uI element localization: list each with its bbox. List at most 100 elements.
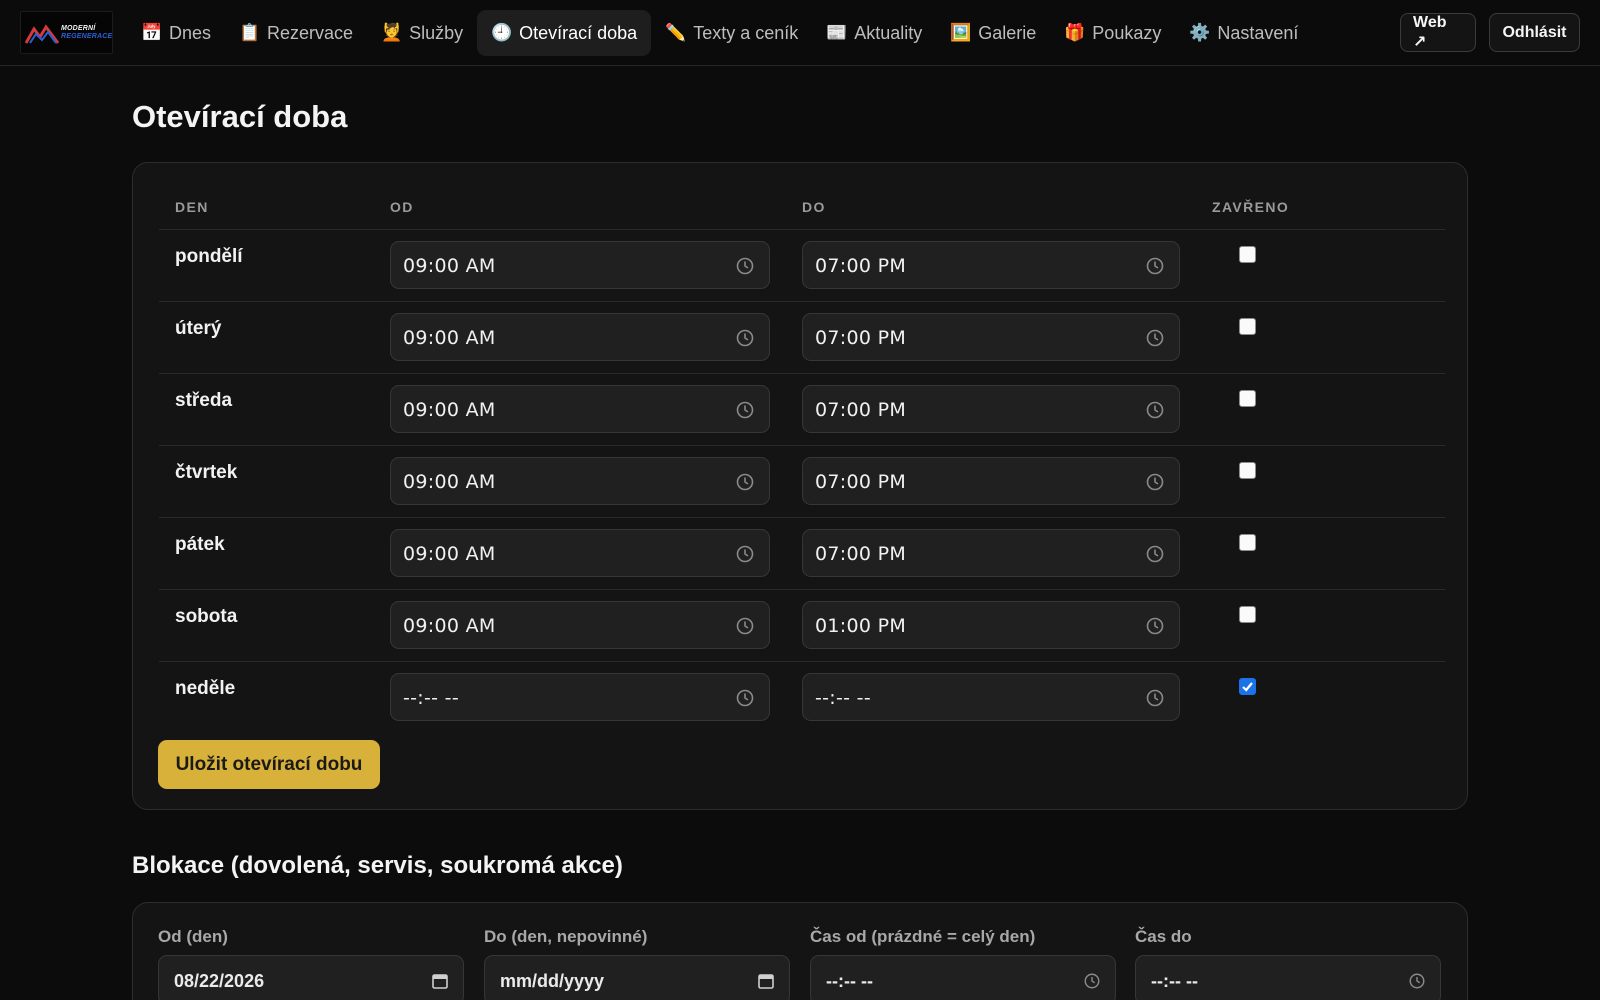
open-time-value: 09:00 AM [403, 615, 496, 637]
clock-icon[interactable] [735, 328, 755, 348]
block-time-from-label: Čas od (prázdné = celý den) [810, 927, 1036, 946]
open-time-value: 09:00 AM [403, 255, 496, 277]
open-time-input[interactable]: 09:00 AM [390, 529, 770, 577]
nav-item-dnes[interactable]: 📅 Dnes [127, 10, 225, 56]
massage-icon: 💆 [381, 23, 403, 42]
table-row: pondělí 09:00 AM 07:00 PM [159, 229, 1445, 301]
logo-text-line1: MODERNÍ [61, 25, 96, 32]
calendar-icon: 📅 [141, 23, 163, 42]
close-time-input[interactable]: 07:00 PM [802, 385, 1180, 433]
day-name: neděle [175, 678, 236, 699]
clock-icon[interactable] [735, 616, 755, 636]
column-header-day: DEN [175, 199, 209, 215]
table-row: pátek 09:00 AM 07:00 PM [159, 517, 1445, 589]
closed-checkbox[interactable] [1239, 606, 1256, 623]
block-to-date-label: Do (den, nepovinné) [484, 927, 648, 946]
close-time-input[interactable]: 07:00 PM [802, 241, 1180, 289]
open-time-input[interactable]: 09:00 AM [390, 457, 770, 505]
nav-item-sluzby[interactable]: 💆 Služby [367, 10, 477, 56]
clock-icon[interactable] [1083, 972, 1101, 990]
closed-checkbox[interactable] [1239, 678, 1256, 695]
table-row: středa 09:00 AM 07:00 PM [159, 373, 1445, 445]
clock-icon[interactable] [735, 688, 755, 708]
open-time-value: --:-- -- [403, 687, 459, 709]
nav-item-label: Otevírací doba [519, 22, 638, 43]
table-row: úterý 09:00 AM 07:00 PM [159, 301, 1445, 373]
close-time-value: 07:00 PM [815, 471, 907, 493]
table-row: čtvrtek 09:00 AM 07:00 PM [159, 445, 1445, 517]
open-time-input[interactable]: 09:00 AM [390, 241, 770, 289]
nav-item-rezervace[interactable]: 📋 Rezervace [225, 10, 367, 56]
save-hours-button[interactable]: Uložit otevírací dobu [158, 740, 380, 789]
block-time-to-label: Čas do [1135, 927, 1192, 946]
main-nav: 📅 Dnes 📋 Rezervace 💆 Služby 🕘 Otevírací … [127, 10, 1312, 56]
closed-checkbox[interactable] [1239, 462, 1256, 479]
closed-checkbox[interactable] [1239, 246, 1256, 263]
calendar-icon[interactable] [757, 972, 775, 990]
clock-icon[interactable] [1145, 688, 1165, 708]
block-time-to-value: --:-- -- [1151, 971, 1198, 991]
clock-icon[interactable] [1145, 328, 1165, 348]
nav-item-oteviraci-doba[interactable]: 🕘 Otevírací doba [477, 10, 652, 56]
close-time-input[interactable]: 07:00 PM [802, 529, 1180, 577]
block-from-date-input[interactable]: 08/22/2026 [158, 955, 464, 1000]
nav-item-nastaveni[interactable]: ⚙️ Nastavení [1175, 10, 1312, 56]
open-time-input[interactable]: 09:00 AM [390, 385, 770, 433]
nav-item-label: Aktuality [854, 22, 923, 43]
nav-item-label: Rezervace [267, 22, 354, 43]
clock-icon[interactable] [735, 400, 755, 420]
closed-checkbox[interactable] [1239, 534, 1256, 551]
closed-checkbox[interactable] [1239, 390, 1256, 407]
day-name: pátek [175, 534, 225, 555]
clipboard-icon: 📋 [239, 23, 261, 42]
nav-item-label: Nastavení [1217, 22, 1299, 43]
calendar-icon[interactable] [431, 972, 449, 990]
day-name: úterý [175, 318, 222, 339]
block-time-to-input[interactable]: --:-- -- [1135, 955, 1441, 1000]
close-time-value: 07:00 PM [815, 255, 907, 277]
clock-icon[interactable] [1145, 256, 1165, 276]
nav-item-aktuality[interactable]: 📰 Aktuality [812, 10, 936, 56]
close-time-input[interactable]: 07:00 PM [802, 313, 1180, 361]
clock-icon[interactable] [1408, 972, 1426, 990]
table-row: sobota 09:00 AM 01:00 PM [159, 589, 1445, 661]
open-time-input[interactable]: --:-- -- [390, 673, 770, 721]
clock-icon[interactable] [735, 256, 755, 276]
day-name: čtvrtek [175, 462, 238, 483]
nav-item-galerie[interactable]: 🖼️ Galerie [936, 10, 1050, 56]
nav-item-poukazy[interactable]: 🎁 Poukazy [1050, 10, 1175, 56]
nav-item-label: Poukazy [1092, 22, 1162, 43]
newspaper-icon: 📰 [826, 23, 848, 42]
clock-icon[interactable] [1145, 400, 1165, 420]
page-title: Otevírací doba [132, 99, 348, 134]
block-to-date-value: mm/dd/yyyy [500, 971, 605, 991]
day-name: pondělí [175, 246, 243, 267]
pencil-icon: ✏️ [665, 23, 687, 42]
nav-item-texty-a-cenik[interactable]: ✏️ Texty a ceník [651, 10, 812, 56]
brand-logo[interactable]: MODERNÍ REGENERACE [20, 11, 113, 54]
block-from-date-label: Od (den) [158, 927, 228, 946]
clock-icon[interactable] [735, 472, 755, 492]
clock-icon[interactable] [735, 544, 755, 564]
web-button[interactable]: Web ↗ [1400, 13, 1476, 52]
logout-button[interactable]: Odhlásit [1489, 13, 1580, 52]
open-time-value: 09:00 AM [403, 471, 496, 493]
clock-icon[interactable] [1145, 544, 1165, 564]
nav-item-label: Služby [409, 22, 464, 43]
gift-icon: 🎁 [1064, 23, 1086, 42]
top-navigation-bar: MODERNÍ REGENERACE 📅 Dnes 📋 Rezervace 💆 … [0, 0, 1600, 66]
open-time-value: 09:00 AM [403, 399, 496, 421]
open-time-input[interactable]: 09:00 AM [390, 601, 770, 649]
close-time-input[interactable]: 07:00 PM [802, 457, 1180, 505]
block-time-from-value: --:-- -- [826, 971, 873, 991]
closed-checkbox[interactable] [1239, 318, 1256, 335]
block-from-date-value: 08/22/2026 [174, 971, 265, 991]
close-time-input[interactable]: --:-- -- [802, 673, 1180, 721]
clock-icon[interactable] [1145, 472, 1165, 492]
clock-icon[interactable] [1145, 616, 1165, 636]
open-time-input[interactable]: 09:00 AM [390, 313, 770, 361]
block-to-date-input[interactable]: mm/dd/yyyy [484, 955, 790, 1000]
close-time-input[interactable]: 01:00 PM [802, 601, 1180, 649]
open-time-value: 09:00 AM [403, 327, 496, 349]
block-time-from-input[interactable]: --:-- -- [810, 955, 1116, 1000]
